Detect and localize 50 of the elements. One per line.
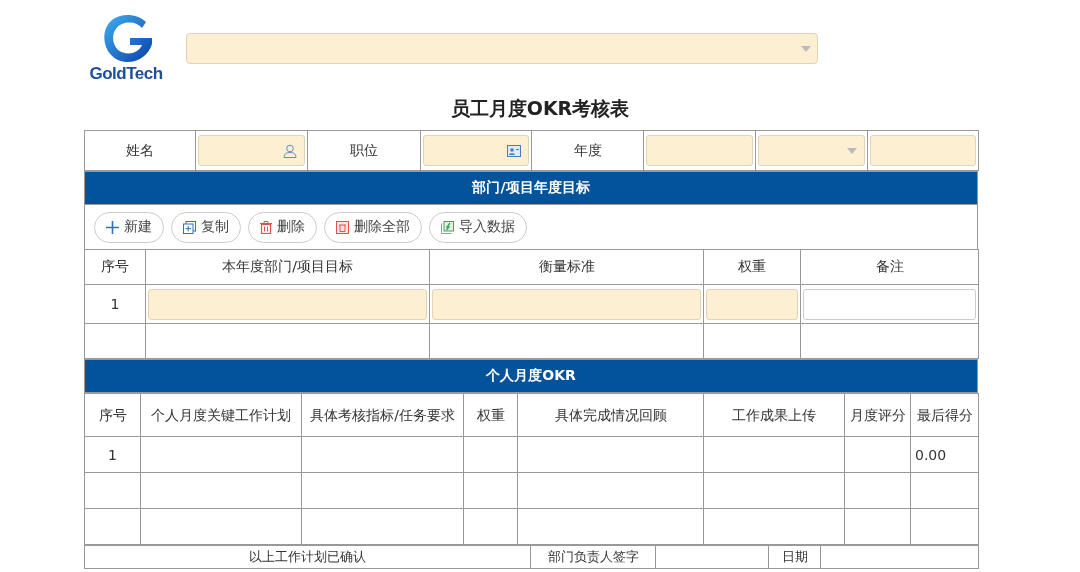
table-cell: 0.00 <box>910 436 979 473</box>
person-icon <box>283 143 297 158</box>
column-header: 序号 <box>84 393 141 437</box>
form-title: 员工月度OKR考核表 <box>449 96 631 121</box>
column-header: 具体考核指标/任务要求 <box>301 393 464 437</box>
column-header: 最后得分 <box>910 393 979 437</box>
field-label: 日期 <box>768 545 821 569</box>
input-field[interactable] <box>198 135 305 166</box>
import-icon <box>441 220 454 234</box>
column-header: 本年度部门/项目目标 <box>145 249 430 285</box>
id-card-icon <box>507 144 521 157</box>
field-label: 以上工作计划已确认 <box>84 545 531 569</box>
dropdown-field[interactable] <box>186 33 818 64</box>
section-header: 部门/项目年度目标 <box>84 171 978 205</box>
plus-icon <box>106 220 119 234</box>
input-field[interactable] <box>706 288 798 320</box>
input-field[interactable] <box>423 135 529 166</box>
input-field[interactable] <box>870 135 976 166</box>
copy-icon <box>183 220 196 234</box>
toolbar-button[interactable]: 复制 <box>171 211 241 243</box>
column-header: 具体完成情况回顾 <box>517 393 704 437</box>
toolbar-button[interactable]: 删除 <box>248 211 317 243</box>
table-cell: 1 <box>84 284 146 324</box>
field-label: 职位 <box>307 130 421 171</box>
column-header: 工作成果上传 <box>703 393 845 437</box>
column-header: 个人月度关键工作计划 <box>140 393 302 437</box>
toolbar-button[interactable]: 删除全部 <box>324 211 422 243</box>
column-header: 衡量标准 <box>429 249 704 285</box>
input-field[interactable] <box>803 288 976 320</box>
caret-icon <box>801 45 811 52</box>
input-field[interactable] <box>646 135 753 166</box>
column-header: 权重 <box>463 393 518 437</box>
field-label: 姓名 <box>84 130 196 171</box>
section-header: 个人月度OKR <box>84 359 978 393</box>
field-label: 部门负责人签字 <box>530 545 656 569</box>
dropdown-field[interactable] <box>758 135 865 166</box>
trash-icon <box>260 220 272 234</box>
column-header: 序号 <box>84 249 146 285</box>
column-header: 权重 <box>703 249 801 285</box>
toolbar-button[interactable]: 导入数据 <box>429 211 527 243</box>
brand-name: GoldTech <box>89 64 163 84</box>
table-cell: 1 <box>84 436 141 473</box>
caret-icon <box>847 147 857 154</box>
field-label: 年度 <box>531 130 644 171</box>
input-field[interactable] <box>432 288 701 320</box>
trash-icon <box>336 220 349 234</box>
input-field[interactable] <box>148 288 427 320</box>
toolbar-button[interactable]: 新建 <box>94 211 164 243</box>
column-header: 备注 <box>800 249 979 285</box>
column-header: 月度评分 <box>844 393 911 437</box>
